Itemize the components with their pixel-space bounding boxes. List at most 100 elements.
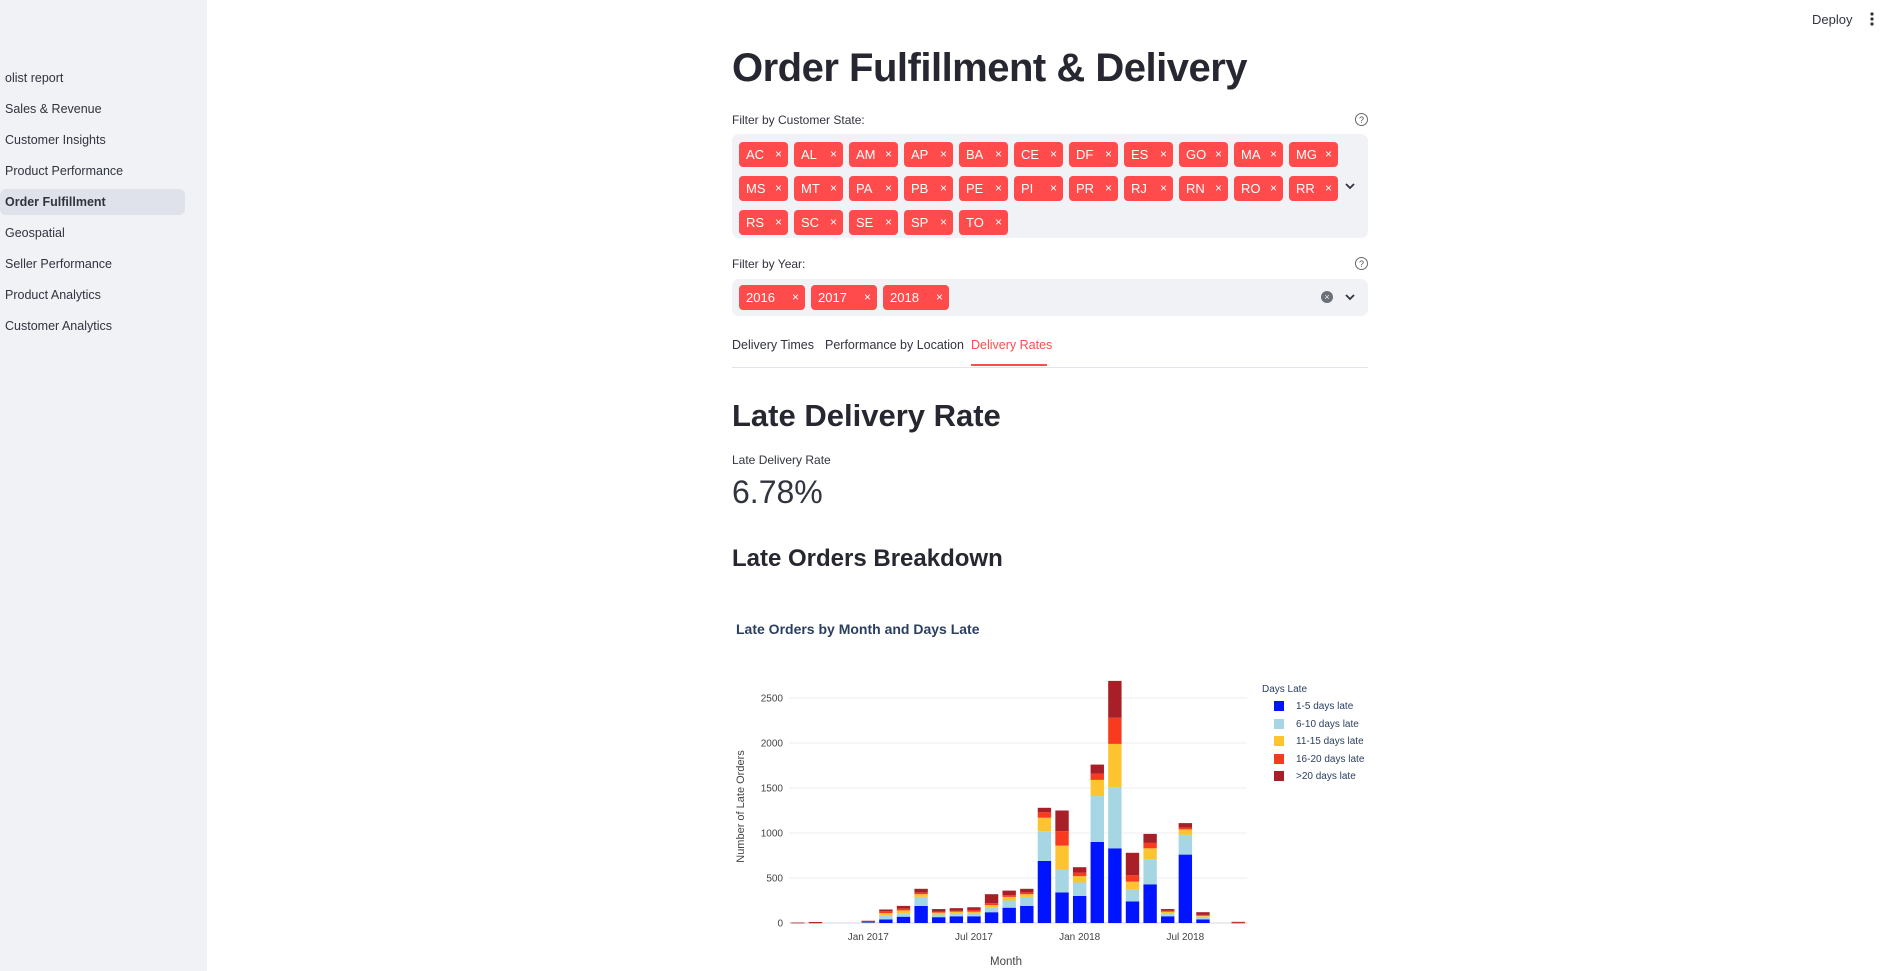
remove-chip-icon[interactable]: × [1160, 176, 1167, 201]
sidebar-item-olist-report[interactable]: olist report [0, 65, 185, 91]
chip-label: ES [1131, 147, 1149, 162]
bar-segment [879, 913, 893, 916]
chip-label: 2017 [818, 290, 847, 305]
sidebar-item-customer-analytics[interactable]: Customer Analytics [0, 313, 185, 339]
filter-chip: MA × [1234, 142, 1283, 167]
remove-chip-icon[interactable]: × [1325, 142, 1332, 167]
bar-segment [932, 917, 946, 923]
remove-chip-icon[interactable]: × [830, 176, 837, 201]
bar-segment [984, 894, 999, 904]
legend-item[interactable]: 11-15 days late [1262, 733, 1364, 751]
sidebar-item-product-analytics[interactable]: Product Analytics [0, 282, 185, 308]
filter-chip: RN × [1179, 176, 1228, 201]
sidebar-item-seller-performance[interactable]: Seller Performance [0, 251, 185, 277]
sidebar-item-product-performance[interactable]: Product Performance [0, 158, 185, 184]
remove-chip-icon[interactable]: × [775, 176, 782, 201]
subsection-title: Late Orders Breakdown [732, 545, 1003, 572]
chip-label: CE [1021, 147, 1040, 162]
remove-chip-icon[interactable]: × [995, 176, 1002, 201]
section-title: Late Delivery Rate [732, 398, 1001, 433]
remove-chip-icon[interactable]: × [1215, 176, 1222, 201]
chip-label: AP [911, 147, 929, 162]
bar-segment [1125, 852, 1140, 876]
remove-chip-icon[interactable]: × [864, 285, 871, 310]
tab-performance-by-location[interactable]: Performance by Location [825, 338, 964, 352]
remove-chip-icon[interactable]: × [830, 210, 837, 235]
legend-item[interactable]: >20 days late [1262, 768, 1364, 786]
chip-label: PA [856, 181, 873, 196]
bar-segment [1055, 831, 1069, 846]
bar-segment [914, 896, 928, 906]
year-multiselect[interactable]: × 2016 × 2017 × 2018 × [732, 279, 1368, 316]
remove-chip-icon[interactable]: × [940, 210, 947, 235]
remove-chip-icon[interactable]: × [940, 142, 947, 167]
remove-chip-icon[interactable]: × [775, 210, 782, 235]
chip-label: PB [911, 181, 929, 196]
deploy-button[interactable]: Deploy [1812, 12, 1852, 27]
late-orders-chart: 0 500 1000 1500 2000 2500 Jan 2017 Jul 2017 Jan … [735, 680, 1247, 968]
remove-chip-icon[interactable]: × [995, 142, 1002, 167]
bar-segment [1125, 901, 1140, 923]
clear-all-icon[interactable]: × [1321, 291, 1333, 303]
bar-segment [1196, 912, 1210, 915]
help-icon[interactable]: ? [1355, 257, 1368, 270]
sidebar-item-order-fulfillment[interactable]: Order Fulfillment [0, 189, 185, 215]
remove-chip-icon[interactable]: × [940, 176, 947, 201]
bar-segment [879, 919, 893, 923]
state-multiselect[interactable]: × AC×AL×AM×AP×BA×CE×DF×ES×GO×MA×MG×MS×MT… [732, 134, 1368, 238]
chip-label: MG [1296, 147, 1317, 162]
remove-chip-icon[interactable]: × [1270, 176, 1277, 201]
remove-chip-icon[interactable]: × [885, 176, 892, 201]
remove-chip-icon[interactable]: × [995, 210, 1002, 235]
remove-chip-icon[interactable]: × [792, 285, 799, 310]
help-icon[interactable]: ? [1355, 113, 1368, 126]
remove-chip-icon[interactable]: × [1105, 142, 1112, 167]
remove-chip-icon[interactable]: × [1105, 176, 1112, 201]
chip-label: RO [1241, 181, 1261, 196]
chip-label: TO [966, 215, 984, 230]
bar-segment [896, 910, 911, 914]
remove-chip-icon[interactable]: × [1050, 142, 1057, 167]
more-options-icon[interactable] [1866, 11, 1878, 27]
active-tab-indicator [971, 364, 1047, 366]
remove-chip-icon[interactable]: × [1050, 176, 1057, 201]
sidebar-item-customer-insights[interactable]: Customer Insights [0, 127, 185, 153]
sidebar-item-geospatial[interactable]: Geospatial [0, 220, 185, 246]
remove-chip-icon[interactable]: × [1325, 176, 1332, 201]
chip-label: PE [966, 181, 984, 196]
bar-segment [1108, 680, 1122, 718]
bar-segment [1020, 905, 1034, 923]
remove-chip-icon[interactable]: × [1160, 142, 1167, 167]
remove-chip-icon[interactable]: × [775, 142, 782, 167]
legend-item[interactable]: 16-20 days late [1262, 751, 1364, 769]
bar-segment [932, 909, 946, 912]
bar-segment [1108, 717, 1122, 744]
bar-segment [1196, 919, 1210, 923]
remove-chip-icon[interactable]: × [936, 285, 943, 310]
chip-label: DF [1076, 147, 1094, 162]
legend-item[interactable]: 6-10 days late [1262, 716, 1364, 734]
bar-segment [1178, 854, 1193, 923]
bar-segment [1161, 913, 1175, 917]
tab-delivery-times[interactable]: Delivery Times [732, 338, 814, 352]
bar-segment [1108, 743, 1122, 788]
bar-segment [879, 915, 893, 920]
remove-chip-icon[interactable]: × [885, 210, 892, 235]
bar-segment [1178, 827, 1193, 830]
remove-chip-icon[interactable]: × [830, 142, 837, 167]
tab-delivery-rates[interactable]: Delivery Rates [971, 338, 1052, 352]
bar-segment [1020, 896, 1034, 906]
remove-chip-icon[interactable]: × [1270, 142, 1277, 167]
bar-segment [949, 916, 964, 923]
filter-chip: PA × [849, 176, 898, 201]
filter-chip: PB × [904, 176, 953, 201]
legend-swatch [1274, 718, 1284, 729]
chevron-down-icon[interactable] [1344, 291, 1356, 303]
remove-chip-icon[interactable]: × [885, 142, 892, 167]
bar-segment [1020, 894, 1034, 897]
legend-item[interactable]: 1-5 days late [1262, 698, 1364, 716]
sidebar-item-sales-revenue[interactable]: Sales & Revenue [0, 96, 185, 122]
chevron-down-icon[interactable] [1344, 180, 1356, 192]
bar-segment [879, 909, 893, 912]
remove-chip-icon[interactable]: × [1215, 142, 1222, 167]
